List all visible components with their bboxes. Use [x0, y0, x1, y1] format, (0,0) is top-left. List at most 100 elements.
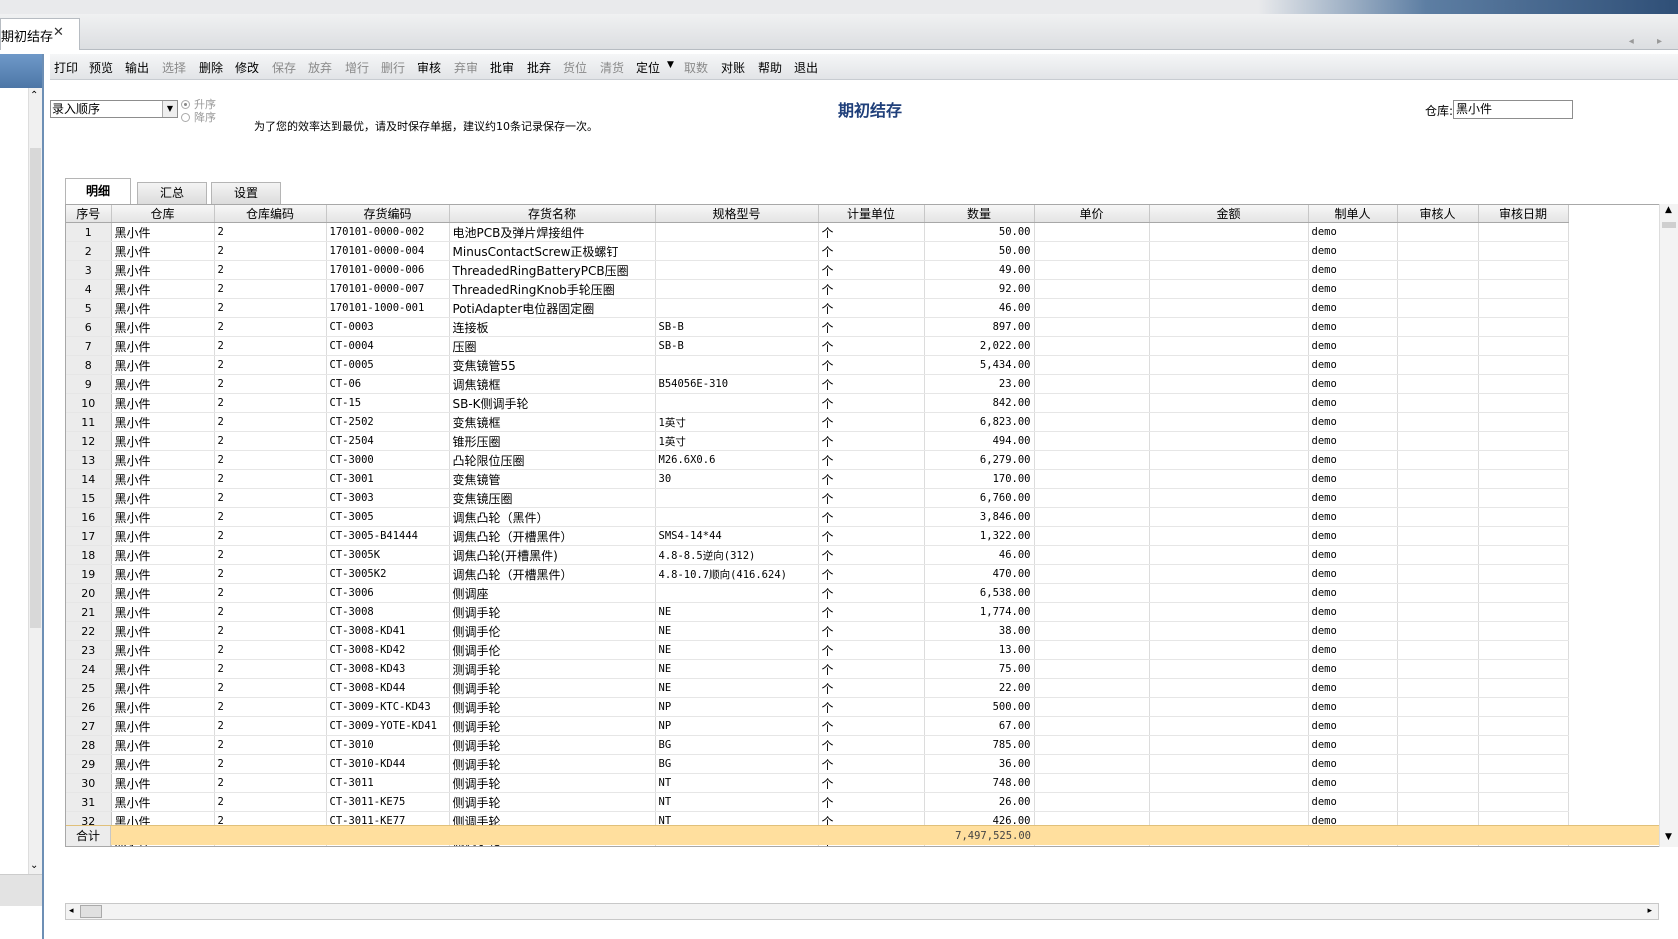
table-cell[interactable]: CT-3008-KD44	[326, 678, 450, 698]
table-cell[interactable]: CT-3011	[326, 773, 450, 793]
table-cell[interactable]: 29	[66, 754, 112, 774]
table-cell[interactable]: 20	[66, 583, 112, 603]
table-cell[interactable]	[1149, 754, 1309, 774]
toolbar-button[interactable]: 货位	[563, 59, 587, 76]
table-cell[interactable]: 个	[818, 564, 925, 584]
tab-settings[interactable]: 设置	[211, 182, 281, 204]
table-cell[interactable]	[1397, 564, 1479, 584]
toolbar-button[interactable]: 对账	[721, 59, 745, 76]
tab-scroll-arrows-icon[interactable]: ◂ ▸	[1629, 36, 1672, 47]
toolbar-button[interactable]: 定位	[636, 59, 660, 76]
table-cell[interactable]: 变焦镜框	[449, 412, 656, 432]
table-cell[interactable]	[1034, 659, 1150, 679]
table-cell[interactable]: 变焦镜管	[449, 469, 656, 489]
table-cell[interactable]: 黑小件	[111, 716, 215, 736]
left-panel-scrollbar[interactable]: ⌃ ⌄	[28, 88, 42, 874]
table-cell[interactable]: demo	[1308, 716, 1398, 736]
table-cell[interactable]	[1397, 298, 1479, 318]
table-cell[interactable]	[655, 260, 819, 280]
toolbar-button[interactable]: 打印	[54, 59, 78, 76]
table-cell[interactable]	[1149, 526, 1309, 546]
table-cell[interactable]: NE	[655, 659, 819, 679]
table-cell[interactable]: demo	[1308, 279, 1398, 299]
toolbar-button[interactable]: 删除	[199, 59, 223, 76]
table-cell[interactable]: 1英寸	[655, 412, 819, 432]
table-cell[interactable]	[1397, 773, 1479, 793]
column-header[interactable]: 单价	[1034, 205, 1150, 223]
table-cell[interactable]	[1034, 678, 1150, 698]
table-row[interactable]: 15 黑小件 2 CT-3003 变焦镜压圈 个 6,760.00 demo	[66, 488, 1569, 508]
table-cell[interactable]: 2,022.00	[924, 336, 1035, 356]
column-header[interactable]: 存货名称	[449, 205, 656, 223]
table-cell[interactable]: 个	[818, 716, 925, 736]
table-row[interactable]: 25 黑小件 2 CT-3008-KD44 侧调手轮 NE 个 22.00 demo	[66, 678, 1569, 698]
table-cell[interactable]	[1149, 317, 1309, 337]
table-cell[interactable]	[1478, 735, 1569, 755]
table-cell[interactable]	[1478, 488, 1569, 508]
table-cell[interactable]: SB-K侧调手轮	[449, 393, 656, 413]
table-cell[interactable]	[1478, 298, 1569, 318]
column-header[interactable]: 存货编码	[326, 205, 450, 223]
table-cell[interactable]: NE	[655, 640, 819, 660]
scroll-right-icon[interactable]: ▸	[1647, 906, 1652, 916]
table-cell[interactable]: 侧调手轮	[449, 697, 656, 717]
table-cell[interactable]: CT-3005-B41444	[326, 526, 450, 546]
table-cell[interactable]: 个	[818, 678, 925, 698]
table-cell[interactable]	[1478, 279, 1569, 299]
table-cell[interactable]: demo	[1308, 678, 1398, 698]
table-cell[interactable]	[1149, 773, 1309, 793]
table-cell[interactable]: 2	[214, 279, 327, 299]
table-cell[interactable]: 13.00	[924, 640, 1035, 660]
table-cell[interactable]	[1397, 469, 1479, 489]
table-cell[interactable]	[1149, 583, 1309, 603]
grid-horizontal-scrollbar[interactable]: ◂ ▸	[65, 903, 1659, 920]
table-cell[interactable]: 凸轮限位压圈	[449, 450, 656, 470]
table-cell[interactable]	[655, 507, 819, 527]
table-cell[interactable]: 2	[214, 488, 327, 508]
table-cell[interactable]: demo	[1308, 355, 1398, 375]
table-cell[interactable]	[1397, 431, 1479, 451]
table-cell[interactable]	[1397, 412, 1479, 432]
scroll-left-icon[interactable]: ◂	[69, 906, 74, 916]
table-cell[interactable]: 17	[66, 526, 112, 546]
table-cell[interactable]	[1478, 374, 1569, 394]
table-cell[interactable]: 470.00	[924, 564, 1035, 584]
column-header[interactable]: 序号	[66, 205, 112, 223]
table-cell[interactable]: 个	[818, 374, 925, 394]
table-cell[interactable]: CT-3010	[326, 735, 450, 755]
table-cell[interactable]: 500.00	[924, 697, 1035, 717]
table-cell[interactable]: 个	[818, 431, 925, 451]
table-cell[interactable]	[1478, 355, 1569, 375]
table-cell[interactable]	[1149, 488, 1309, 508]
table-cell[interactable]: 侧调手轮	[449, 754, 656, 774]
table-cell[interactable]: 黑小件	[111, 374, 215, 394]
column-header[interactable]: 仓库编码	[214, 205, 327, 223]
table-cell[interactable]	[1034, 602, 1150, 622]
scroll-down-icon[interactable]: ⌄	[30, 860, 38, 871]
toolbar-button[interactable]: 帮助	[758, 59, 782, 76]
warehouse-input[interactable]: 黑小件	[1453, 100, 1573, 119]
table-cell[interactable]	[1397, 222, 1479, 242]
table-cell[interactable]: 黑小件	[111, 697, 215, 717]
table-cell[interactable]: NP	[655, 697, 819, 717]
table-cell[interactable]: B54056E-310	[655, 374, 819, 394]
table-cell[interactable]	[1478, 773, 1569, 793]
table-cell[interactable]	[1397, 526, 1479, 546]
table-cell[interactable]: 46.00	[924, 298, 1035, 318]
table-row[interactable]: 14 黑小件 2 CT-3001 变焦镜管 30 个 170.00 demo	[66, 469, 1569, 489]
table-cell[interactable]: 侧调手轮	[449, 792, 656, 812]
table-cell[interactable]: 黑小件	[111, 507, 215, 527]
table-cell[interactable]: PotiAdapter电位器固定圈	[449, 298, 656, 318]
table-cell[interactable]	[1034, 545, 1150, 565]
table-cell[interactable]: 748.00	[924, 773, 1035, 793]
table-cell[interactable]: 连接板	[449, 317, 656, 337]
table-cell[interactable]: 个	[818, 507, 925, 527]
table-cell[interactable]: MinusContactScrew正极螺钉	[449, 241, 656, 261]
table-cell[interactable]: CT-2504	[326, 431, 450, 451]
tab-summary[interactable]: 汇总	[137, 182, 207, 204]
table-cell[interactable]: 个	[818, 279, 925, 299]
table-cell[interactable]: 黑小件	[111, 640, 215, 660]
table-cell[interactable]	[1034, 431, 1150, 451]
table-cell[interactable]: 2	[214, 355, 327, 375]
table-cell[interactable]	[1397, 678, 1479, 698]
